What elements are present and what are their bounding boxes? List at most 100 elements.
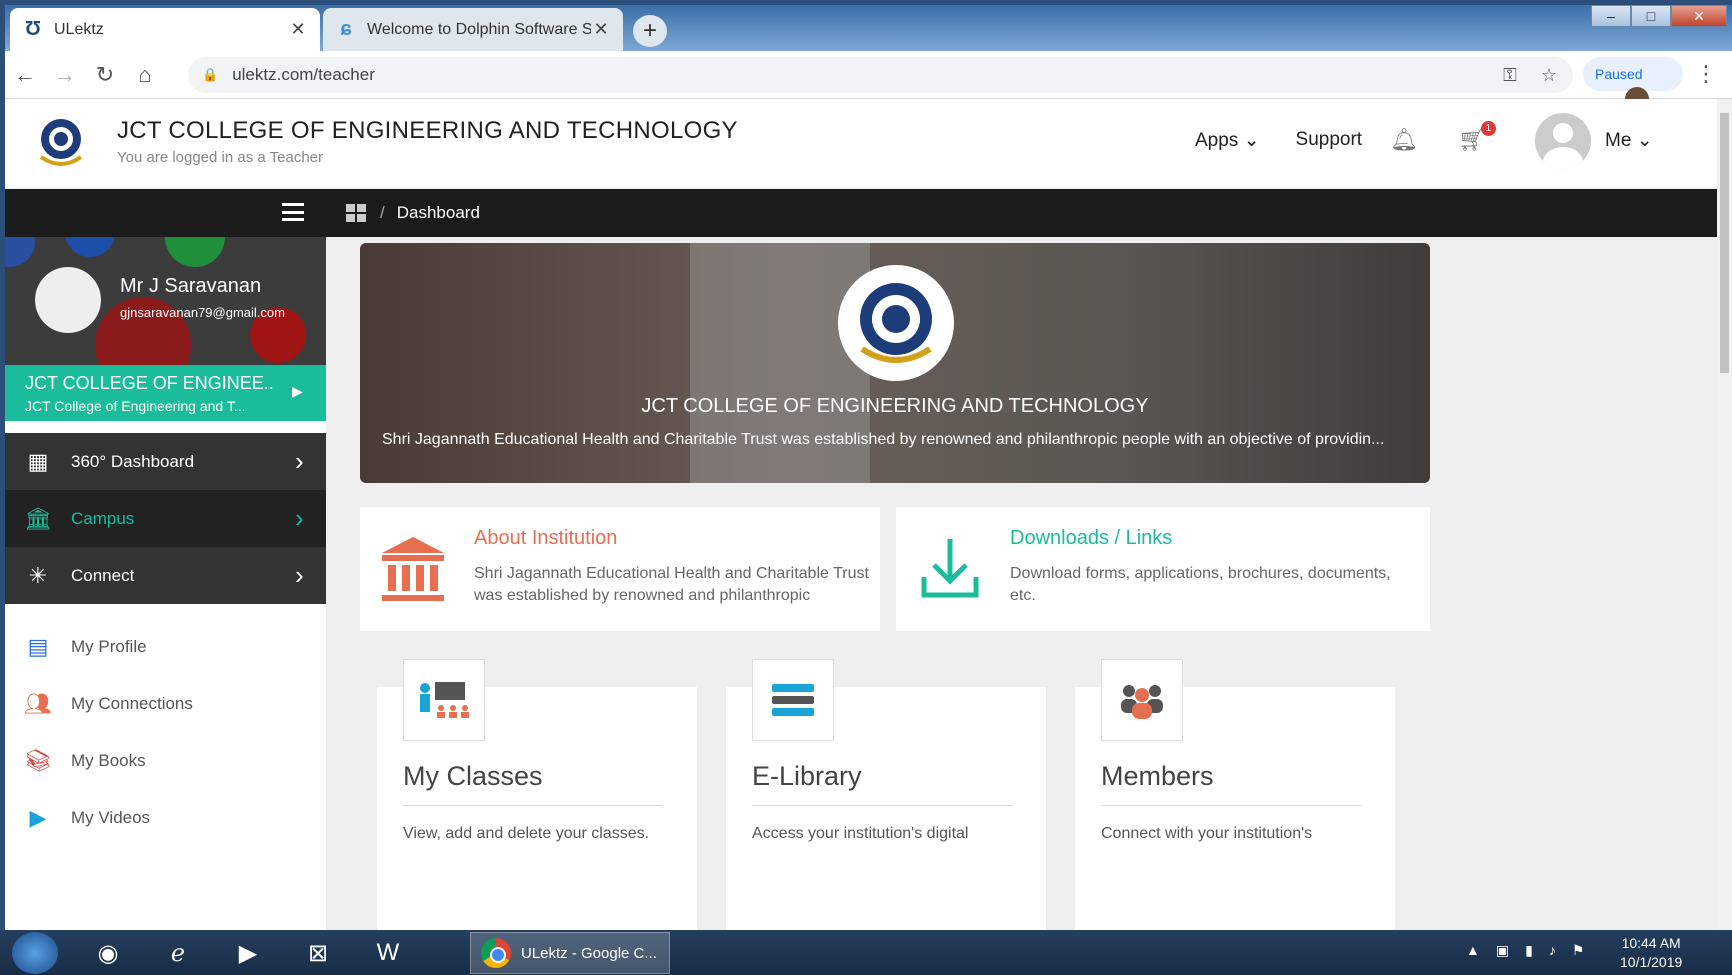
sidebar-links: ▤ My Profile 👥︎ My Connections 📚︎ My Boo…	[5, 618, 326, 846]
chrome-icon	[481, 938, 511, 968]
taskbar-app-label: ULektz - Google C...	[521, 944, 657, 962]
sidebar-item-campus[interactable]: 🏛︎ Campus ›	[5, 490, 344, 547]
media-player-icon[interactable]: ▶	[226, 933, 270, 973]
clock-date: 10/1/2019	[1620, 954, 1683, 970]
card-description: Shri Jagannath Educational Health and Ch…	[474, 565, 869, 604]
chevron-right-icon: ›	[295, 503, 304, 533]
tab-title: Welcome to Dolphin Software So	[367, 20, 591, 38]
tab-dolphin[interactable]: ɕ Welcome to Dolphin Software So ✕	[323, 8, 623, 51]
sidebar-item-my-videos[interactable]: ▶ My Videos	[5, 789, 326, 846]
hamburger-icon[interactable]	[282, 203, 304, 221]
chrome-taskbar-icon[interactable]: ◉	[86, 933, 130, 973]
home-icon[interactable]: ⌂	[125, 62, 165, 88]
institution-short-name: JCT COLLEGE OF ENGINEE...	[25, 373, 275, 393]
breadcrumb: / Dashboard	[326, 189, 1717, 237]
library-icon	[752, 659, 834, 741]
network-icon[interactable]: ▣	[1496, 942, 1509, 959]
taskbar-active-app[interactable]: ULektz - Google C...	[470, 932, 670, 974]
my-classes-tile[interactable]: My Classes View, add and delete your cla…	[377, 659, 697, 930]
tile-description: Access your institution's digital	[752, 825, 969, 842]
card-title: About Institution	[474, 527, 618, 549]
window-close-button[interactable]: ✕	[1671, 5, 1727, 27]
close-icon[interactable]: ✕	[591, 19, 611, 40]
key-icon[interactable]: ⚿	[1503, 65, 1517, 86]
sidebar-item-label: My Books	[71, 750, 146, 770]
profile-icon: ▤	[27, 633, 49, 659]
user-avatar[interactable]	[1535, 113, 1591, 169]
paused-label: Paused	[1595, 66, 1643, 82]
books-icon: 📚︎	[24, 747, 52, 773]
excel-icon[interactable]: ⊠	[296, 933, 340, 973]
reload-icon[interactable]: ↻	[85, 62, 125, 88]
scrollbar-thumb[interactable]	[1720, 113, 1729, 373]
connections-icon: 👥︎	[24, 690, 52, 716]
tab-strip: Ʊ ULektz ✕ ɕ Welcome to Dolphin Software…	[5, 5, 1732, 51]
card-description: Download forms, applications, brochures,…	[1010, 565, 1391, 604]
tile-title: E-Library	[752, 761, 862, 791]
members-icon	[1101, 659, 1183, 741]
back-icon[interactable]: ←	[5, 62, 45, 88]
chevron-down-icon: ⌄	[1243, 129, 1260, 151]
institution-full-name: JCT College of Engineering and T...	[25, 398, 246, 414]
card-title: Downloads / Links	[1010, 527, 1173, 549]
grid-icon[interactable]	[346, 204, 366, 222]
dashboard-icon: ▦	[27, 448, 49, 474]
browser-window: Ʊ ULektz ✕ ɕ Welcome to Dolphin Software…	[5, 5, 1732, 930]
new-tab-button[interactable]: +	[633, 15, 667, 47]
dolphin-icon: ɕ	[340, 18, 352, 40]
close-icon[interactable]: ✕	[288, 19, 308, 40]
profile-avatar[interactable]	[35, 267, 101, 333]
me-menu[interactable]: Me ⌄	[1605, 129, 1653, 152]
apps-menu[interactable]: Apps ⌄	[1195, 129, 1260, 152]
sidebar-item-label: Connect	[71, 565, 135, 585]
classroom-icon	[403, 659, 485, 741]
cart-icon[interactable]: 🛒︎ 1	[1458, 121, 1496, 153]
videos-icon: ▶	[29, 804, 47, 830]
sidebar-top-bar	[5, 189, 326, 237]
flag-icon[interactable]: ⚑	[1572, 942, 1585, 959]
word-icon[interactable]: W	[366, 933, 410, 973]
user-name: Mr J Saravanan	[120, 275, 262, 297]
sidebar-item-label: Campus	[71, 508, 135, 528]
internet-explorer-icon[interactable]: ℯ	[156, 933, 200, 973]
sidebar-item-my-connections[interactable]: 👥︎ My Connections	[5, 675, 326, 732]
address-bar-row: ← → ↻ ⌂ 🔒 ulektz.com/teacher ⚿ ☆ Paused …	[5, 51, 1732, 111]
site-title: JCT COLLEGE OF ENGINEERING AND TECHNOLOG…	[117, 117, 738, 144]
institution-switcher[interactable]: JCT COLLEGE OF ENGINEE... JCT College of…	[5, 365, 326, 421]
sidebar-item-connect[interactable]: ✳ Connect ›	[5, 547, 326, 604]
address-bar[interactable]: 🔒 ulektz.com/teacher ⚿ ☆	[188, 57, 1573, 93]
maximize-button[interactable]: □	[1631, 5, 1671, 27]
tile-title: My Classes	[403, 761, 543, 791]
tile-description: View, add and delete your classes.	[403, 825, 650, 842]
campus-icon: 🏛︎	[24, 505, 52, 531]
volume-icon[interactable]: ♪	[1549, 942, 1556, 959]
e-library-tile[interactable]: E-Library Access your institution's digi…	[726, 659, 1046, 930]
tray-expand-icon[interactable]: ▲	[1466, 942, 1480, 959]
downloads-links-card[interactable]: Downloads / Links Download forms, applic…	[896, 507, 1430, 631]
star-icon[interactable]: ☆	[1541, 65, 1557, 86]
menu-kebab-icon[interactable]: ⋮	[1695, 61, 1717, 87]
divider	[403, 805, 663, 806]
header-nav: Apps ⌄ Support 🔔︎ 🛒︎ 1	[1195, 121, 1496, 153]
sidebar-item-dashboard[interactable]: ▦ 360° Dashboard ›	[5, 433, 326, 490]
banner-logo	[838, 265, 954, 381]
minimize-button[interactable]: –	[1591, 5, 1631, 27]
college-logo[interactable]	[35, 113, 87, 171]
system-clock[interactable]: 10:44 AM 10/1/2019	[1620, 934, 1682, 972]
members-tile[interactable]: Members Connect with your institution's	[1075, 659, 1395, 930]
sidebar-item-label: My Profile	[71, 636, 147, 656]
url-text[interactable]: ulektz.com/teacher	[232, 65, 375, 85]
tab-ulektz[interactable]: Ʊ ULektz ✕	[10, 8, 320, 51]
lock-icon: 🔒	[202, 67, 219, 82]
sidebar-item-my-profile[interactable]: ▤ My Profile	[5, 618, 326, 675]
bell-icon[interactable]: 🔔︎	[1390, 127, 1418, 153]
sidebar-item-my-books[interactable]: 📚︎ My Books	[5, 732, 326, 789]
page-scrollbar[interactable]	[1717, 99, 1732, 930]
about-institution-card[interactable]: About Institution Shri Jagannath Educati…	[360, 507, 880, 631]
support-link[interactable]: Support	[1296, 129, 1363, 151]
profile-paused-button[interactable]: Paused	[1583, 57, 1683, 111]
download-icon	[921, 539, 979, 598]
signal-icon[interactable]: ▮	[1525, 942, 1533, 959]
forward-icon[interactable]: →	[45, 62, 85, 88]
start-button[interactable]	[12, 932, 58, 974]
